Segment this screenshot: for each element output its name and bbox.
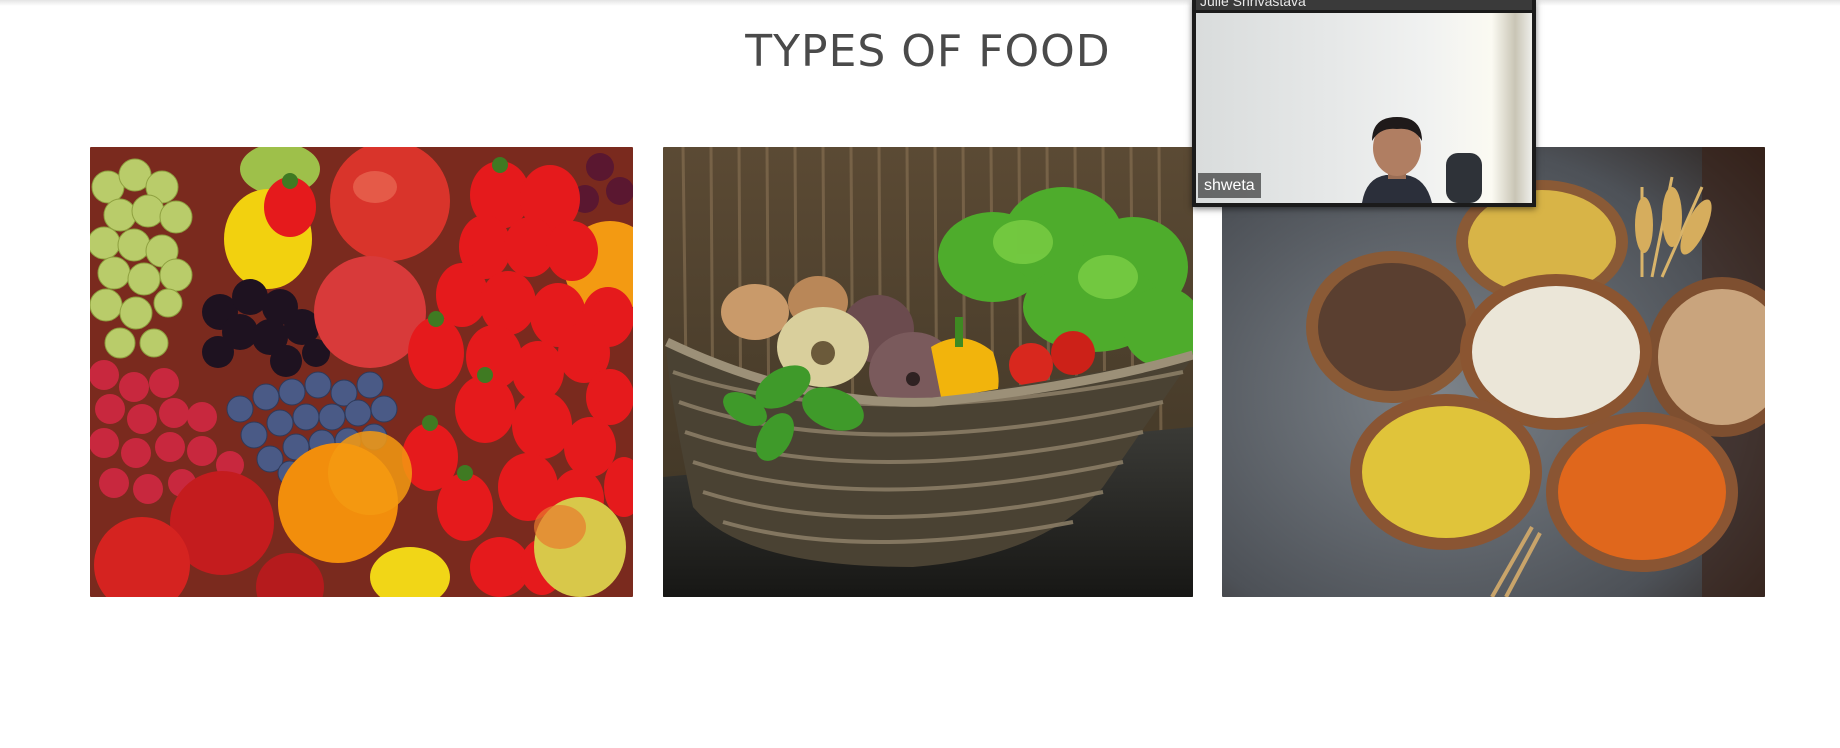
participant-name-main: shweta xyxy=(1198,173,1261,198)
vegetables-illustration xyxy=(663,147,1193,597)
page-title: TYPES OF FOOD xyxy=(745,26,1111,77)
grains-image[interactable] xyxy=(1222,147,1765,597)
participant-tile-top[interactable]: Julie Shrivastava xyxy=(1196,0,1532,10)
food-gallery xyxy=(0,147,1840,597)
participant-name-top: Julie Shrivastava xyxy=(1200,0,1306,9)
fruits-illustration xyxy=(90,147,633,597)
participant-tile-main[interactable]: shweta xyxy=(1196,13,1532,203)
video-call-overlay[interactable]: Julie Shrivastava shweta xyxy=(1192,0,1536,207)
vegetables-image[interactable] xyxy=(663,147,1193,597)
top-shadow xyxy=(0,0,1840,6)
grains-illustration xyxy=(1222,147,1765,597)
fruits-image[interactable] xyxy=(90,147,633,597)
